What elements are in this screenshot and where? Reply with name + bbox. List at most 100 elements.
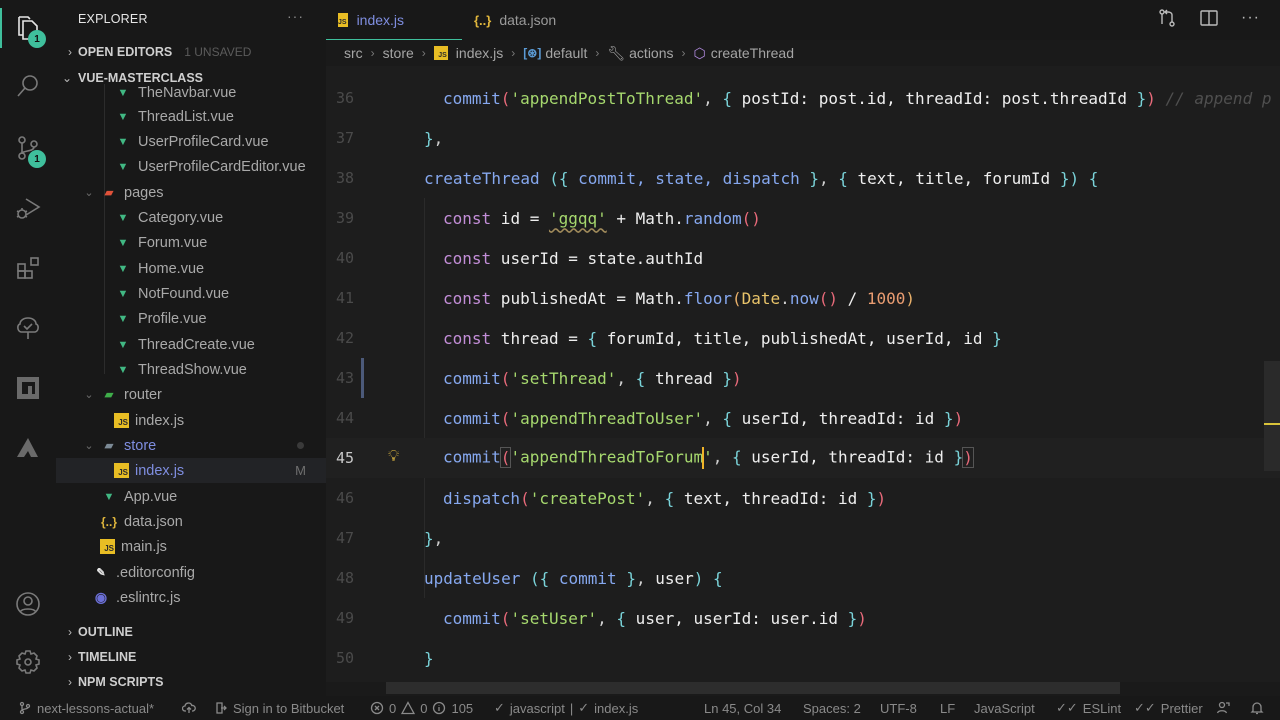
status-sync[interactable] [182, 696, 196, 720]
tree-item[interactable]: ▼ ThreadCreate.vue [56, 332, 326, 357]
tree-item[interactable]: ▼ Category.vue [56, 205, 326, 230]
chevron-down-icon: ⌄ [84, 187, 94, 199]
status-encoding[interactable]: UTF-8 [880, 696, 917, 720]
editor-tabs: JS index.js {..} data.json ··· [326, 0, 1280, 40]
breadcrumb-item[interactable]: store [383, 45, 414, 61]
tree-item[interactable]: ▼ Home.vue [56, 256, 326, 281]
tree-item[interactable]: ▼ ThreadShow.vue [56, 357, 326, 382]
check-icon: ✓ [578, 700, 590, 715]
tree-item[interactable]: ✎ .editorconfig [56, 560, 326, 585]
tree-item[interactable]: ▼ Forum.vue [56, 230, 326, 255]
activity-settings[interactable] [0, 638, 56, 686]
folder-router-icon: ▰ [104, 389, 114, 401]
chevron-right-icon: › [68, 45, 72, 59]
breadcrumb-item[interactable]: default [545, 45, 587, 61]
activity-search[interactable] [0, 62, 56, 110]
status-bitbucket-signin[interactable]: Sign in to Bitbucket [214, 696, 344, 720]
tree-item[interactable]: ▼ App.vue [56, 484, 326, 509]
activity-source-control[interactable]: 1 [0, 124, 56, 172]
activity-npm[interactable] [0, 364, 56, 412]
explorer-more-button[interactable]: ··· [287, 8, 304, 24]
extensions-icon [17, 257, 39, 279]
tree-item[interactable]: ▼ TheNavbar.vue [56, 84, 326, 105]
open-editors-label: OPEN EDITORS [78, 45, 173, 59]
activity-extensions[interactable] [0, 244, 56, 292]
double-check-icon: ✓✓ [1056, 700, 1078, 715]
open-changes-icon[interactable] [1157, 8, 1177, 28]
warning-icon [401, 701, 416, 715]
status-eol[interactable]: LF [940, 696, 955, 720]
eslint-icon: ◉ [94, 589, 108, 605]
tree-item[interactable]: ▼ UserProfileCard.vue [56, 129, 326, 154]
tree-item[interactable]: ▼ Profile.vue [56, 306, 326, 331]
activity-gitlens[interactable] [0, 304, 56, 352]
code-line: 48 updateUser ({ commit }, user) { [335, 568, 723, 588]
timeline-section[interactable]: › TIMELINE [56, 645, 326, 669]
tree-item[interactable]: JS index.js [56, 408, 326, 433]
tree-folder[interactable]: ⌄ ▰ store [56, 433, 326, 458]
activity-explorer[interactable]: 1 [0, 4, 56, 52]
status-feedback[interactable] [1216, 696, 1230, 720]
tree-item[interactable]: ▼ ThreadList.vue [56, 104, 326, 129]
status-eslint[interactable]: ✓✓ ESLint [1056, 696, 1121, 720]
code-editor[interactable]: 36 commit('appendPostToThread', { postId… [326, 66, 1280, 682]
file-tree: ▼ TheNavbar.vue ▼ ThreadList.vue ▼ UserProf… [56, 84, 326, 618]
status-prettier[interactable]: ✓✓ Prettier [1134, 696, 1203, 720]
open-editors-section[interactable]: › OPEN EDITORS 1 UNSAVED [56, 40, 326, 64]
vue-file-icon: ▼ [103, 490, 115, 503]
method-cube-icon: ⬡ [693, 44, 706, 61]
js-file-icon: JS [338, 12, 348, 27]
status-branch[interactable]: next-lessons-actual* [18, 696, 154, 720]
minimap-slider[interactable] [1264, 361, 1280, 471]
vue-file-icon: ▼ [117, 135, 129, 148]
sign-in-icon [216, 702, 227, 714]
explorer-title: EXPLORER [78, 12, 148, 26]
cloud-upload-icon [182, 702, 196, 713]
breadcrumb-item[interactable]: index.js [456, 45, 503, 61]
chevron-down-icon: ⌄ [61, 71, 72, 85]
activity-run-debug[interactable] [0, 184, 56, 232]
code-line: 36 commit('appendPostToThread', { postId… [335, 88, 1272, 108]
code-line: 46 dispatch('createPost', { text, thread… [335, 488, 887, 508]
outline-section[interactable]: › OUTLINE [56, 620, 326, 644]
tree-folder[interactable]: ⌄ ▰ pages [56, 180, 326, 205]
tree-item[interactable]: JS main.js [56, 534, 326, 559]
npm-icon [17, 377, 39, 399]
tree-item[interactable]: ▼ NotFound.vue [56, 281, 326, 306]
status-language[interactable]: JavaScript [974, 696, 1035, 720]
vue-file-icon: ▼ [117, 287, 129, 300]
gitlens-tree-icon [17, 317, 39, 339]
activity-account[interactable] [0, 580, 56, 628]
tree-item[interactable]: ◉ .eslintrc.js [56, 585, 326, 610]
code-line: 49 commit('setUser', { user, userId: use… [335, 608, 867, 628]
info-icon [433, 701, 446, 715]
run-debug-icon [16, 198, 41, 219]
status-lint[interactable]: ✓ javascript | ✓ index.js [494, 696, 638, 720]
check-icon: ✓ [494, 700, 505, 715]
bell-icon [1250, 702, 1264, 715]
status-notifications[interactable] [1250, 696, 1264, 720]
tree-item-selected[interactable]: JS index.js M [56, 458, 326, 483]
breadcrumb-item[interactable]: actions [629, 45, 673, 61]
tree-item[interactable]: ▼ UserProfileCardEditor.vue [56, 154, 326, 179]
status-cursor-position[interactable]: Ln 45, Col 34 [704, 696, 781, 720]
activity-atlassian[interactable] [0, 424, 56, 472]
error-icon [370, 701, 384, 715]
chevron-down-icon: ⌄ [84, 389, 94, 401]
more-actions-icon[interactable]: ··· [1241, 9, 1260, 27]
status-indentation[interactable]: Spaces: 2 [803, 696, 861, 720]
lightbulb-icon[interactable]: 💡︎ [388, 446, 399, 466]
tree-item[interactable]: {..} data.json [56, 509, 326, 534]
vue-file-icon: ▼ [117, 211, 129, 224]
breadcrumb-item[interactable]: createThread [711, 45, 794, 61]
horizontal-scrollbar[interactable] [386, 682, 1120, 694]
tab-data-json[interactable]: {..} data.json [474, 0, 556, 40]
breadcrumb-item[interactable]: src [344, 45, 363, 61]
json-file-icon: {..} [474, 12, 492, 28]
split-editor-icon[interactable] [1199, 8, 1219, 28]
tree-folder[interactable]: ⌄ ▰ router [56, 382, 326, 407]
chevron-right-icon: › [68, 650, 72, 664]
status-problems[interactable]: 0 0 105 [370, 696, 473, 720]
npm-scripts-section[interactable]: › NPM SCRIPTS [56, 670, 326, 694]
tab-index-js[interactable]: JS index.js [326, 0, 462, 40]
